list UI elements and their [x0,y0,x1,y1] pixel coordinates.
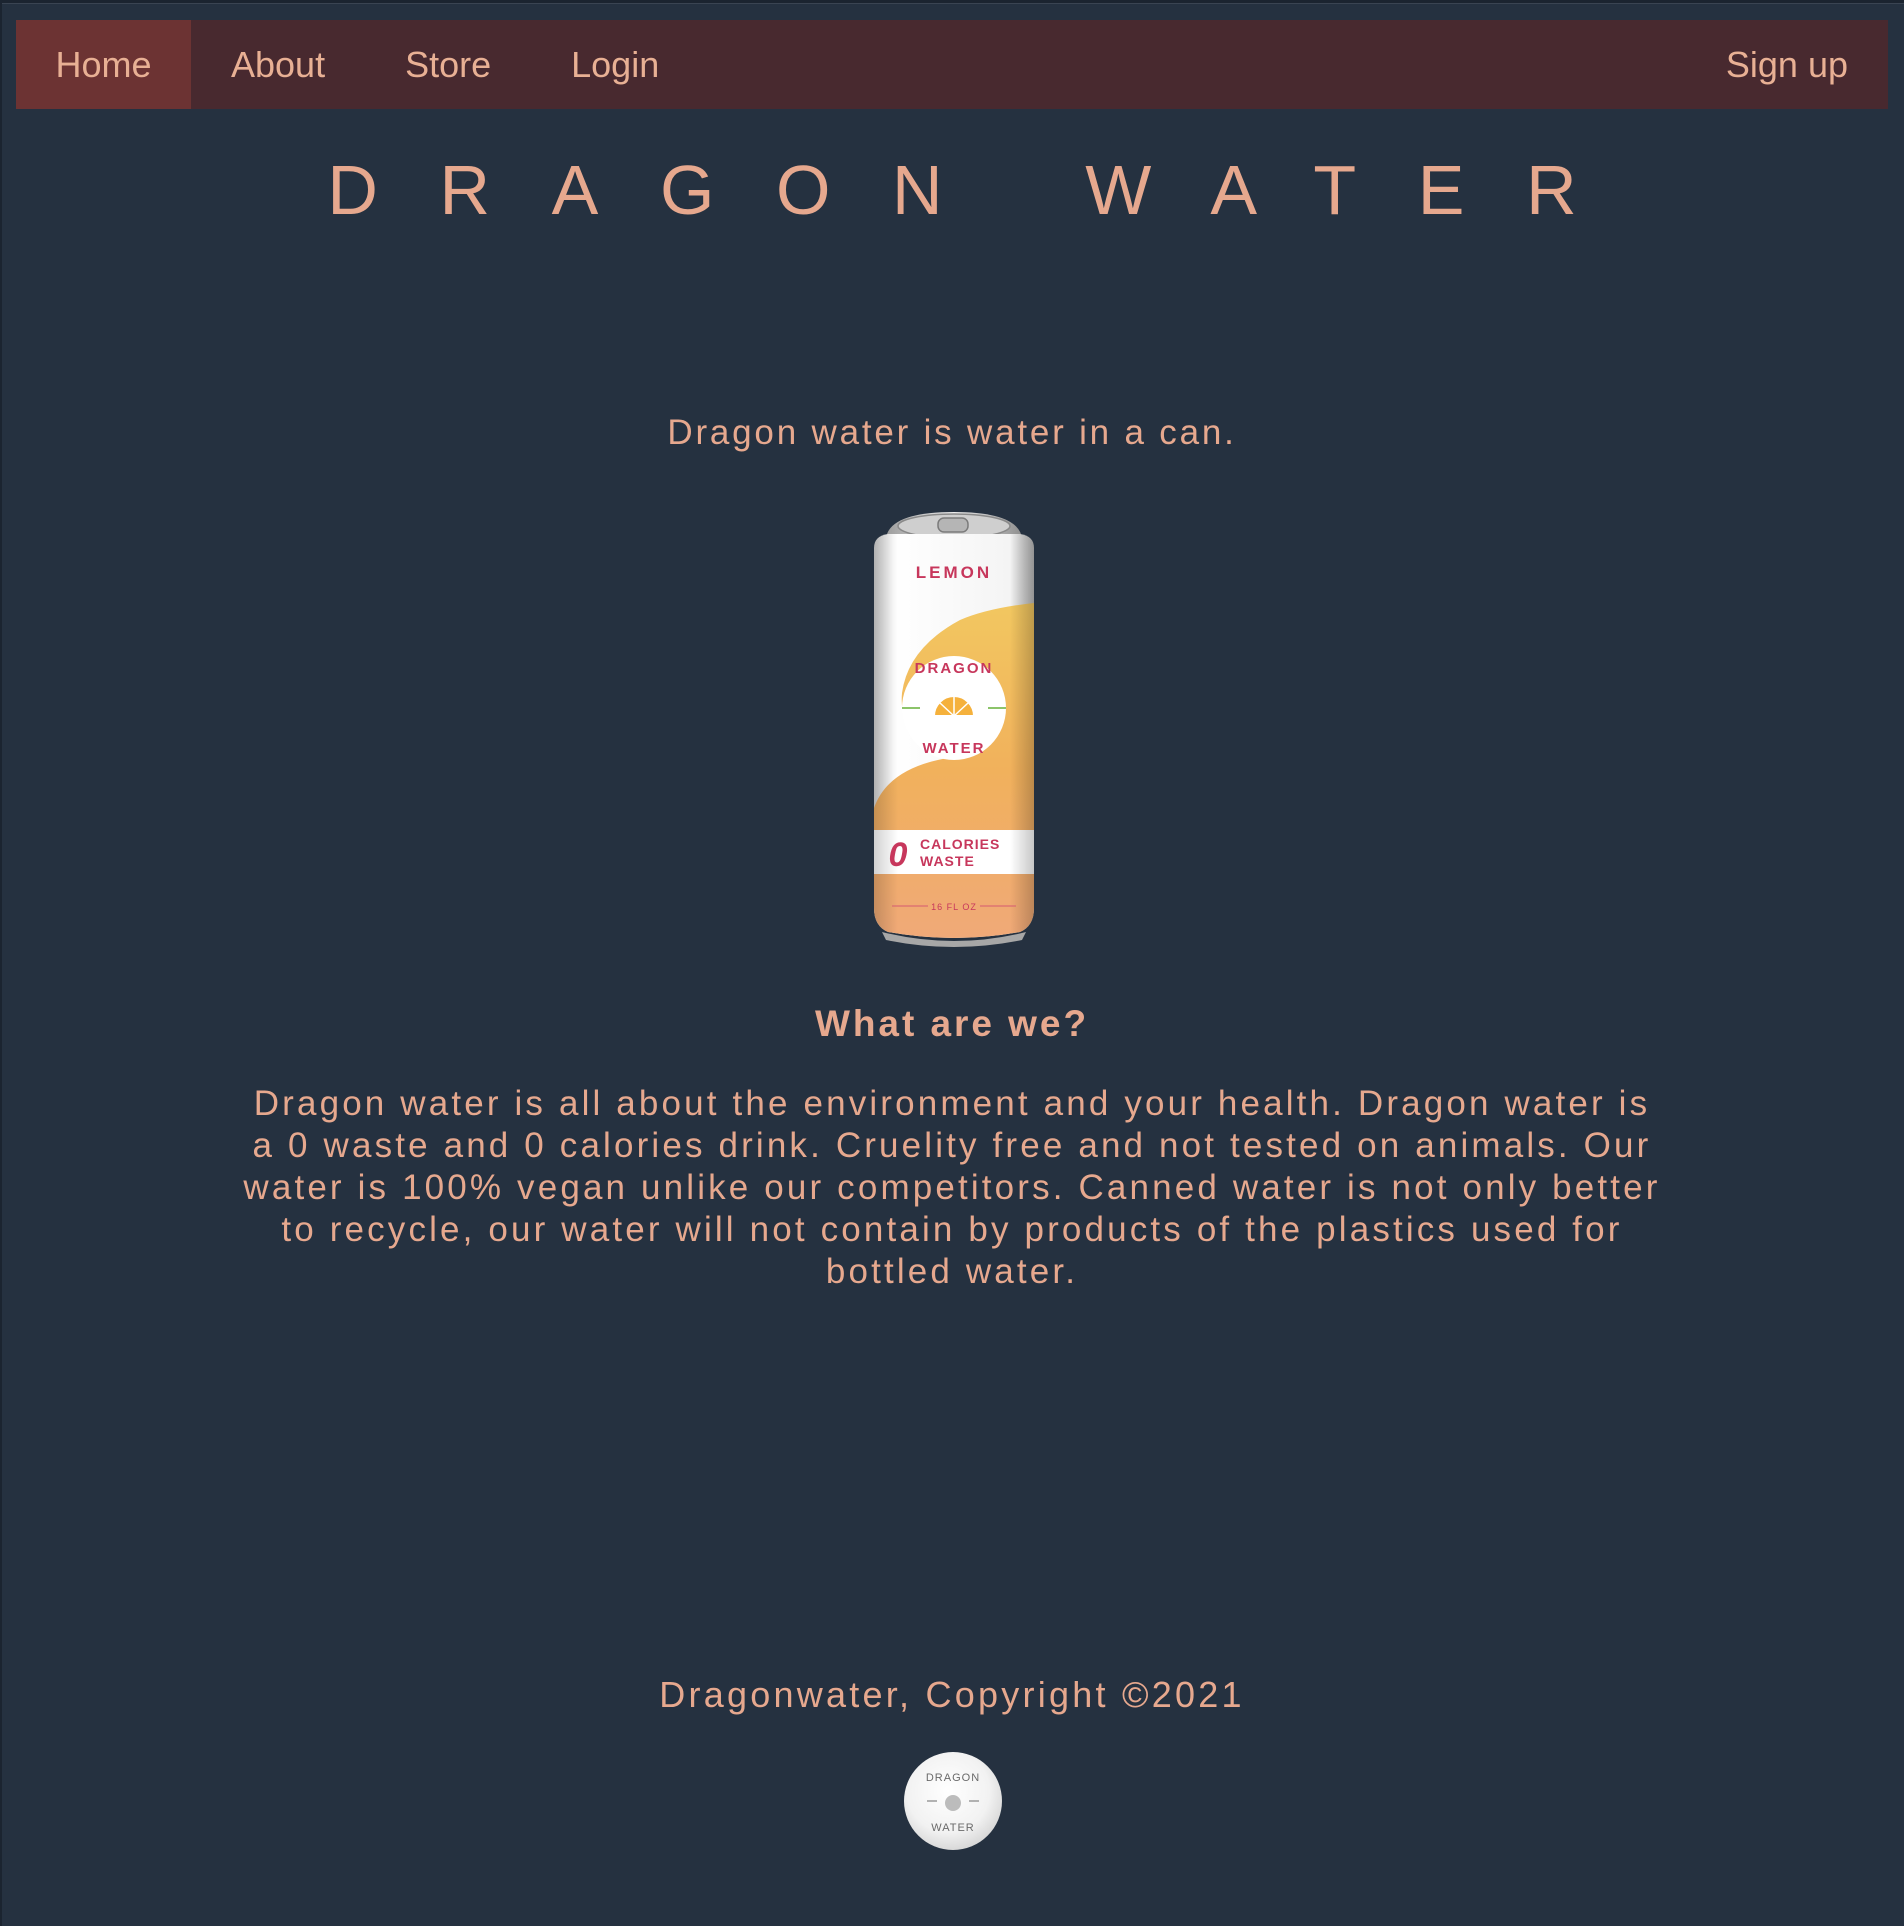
can-brand-bottom: WATER [922,740,985,757]
about-paragraph: Dragon water is all about the environmen… [243,1084,1661,1291]
nav-login-link[interactable]: Login [531,20,699,109]
section-heading: What are we? [814,1003,1089,1044]
can-zero-label: 0 [889,836,908,874]
can-waste-label: WASTE [920,853,975,869]
footer-logo: DRAGON WATER [903,1751,1003,1851]
window-top-strip [0,0,1904,4]
can-flavor-label: LEMON [916,563,992,582]
window-left-edge [0,0,2,1926]
nav-about-link[interactable]: About [191,20,365,109]
tagline: Dragon water is water in a can. [667,413,1237,452]
can-illustration: LEMON DRAGON WATER 0 CALORIES WASTE 16 F… [874,512,1034,947]
nav-home-link[interactable]: Home [16,20,191,109]
nav-store-link[interactable]: Store [365,20,531,109]
footer-logo-badge: DRAGON WATER [904,1752,1002,1850]
footer-logo-bottom-text: WATER [931,1822,975,1834]
footer-copyright: Dragonwater, Copyright ©2021 [659,1674,1245,1715]
navbar: Home About Store Login Sign up [16,20,1888,109]
footer-logo-top-text: DRAGON [926,1772,980,1784]
can-calories-label: CALORIES [920,836,1000,852]
site-title: DRAGON WATER [327,151,1639,229]
can-volume-label: 16 FL OZ [931,902,977,912]
nav-signup-link[interactable]: Sign up [1686,20,1888,109]
product-can-image: LEMON DRAGON WATER 0 CALORIES WASTE 16 F… [868,508,1040,950]
can-brand-top: DRAGON [915,660,994,677]
